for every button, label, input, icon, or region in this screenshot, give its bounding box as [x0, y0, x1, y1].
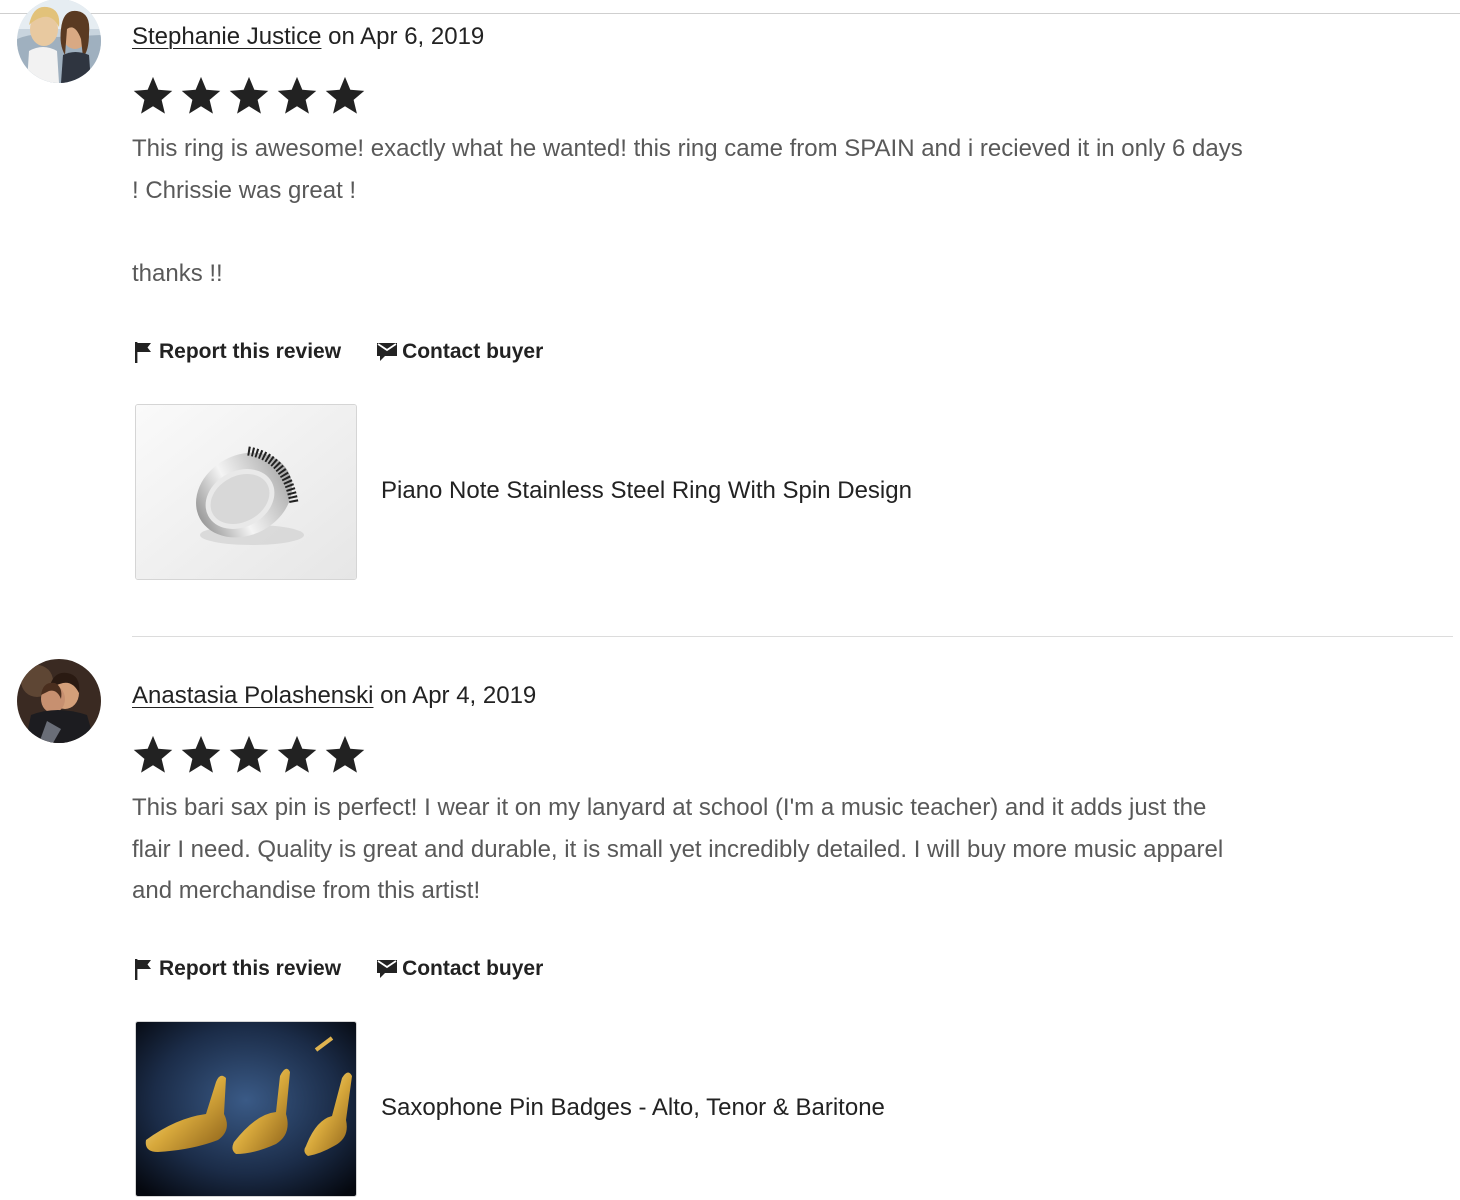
purchased-item-link[interactable]: Piano Note Stainless Steel Ring With Spi…	[135, 404, 1435, 580]
product-thumbnail[interactable]	[135, 1021, 357, 1197]
star-rating	[131, 733, 367, 777]
flag-icon	[135, 342, 151, 363]
contact-buyer-button[interactable]: Contact buyer	[375, 340, 543, 364]
review-date: on Apr 4, 2019	[373, 682, 537, 709]
star-rating	[131, 74, 367, 118]
reviewer-name-link[interactable]: Stephanie Justice	[132, 23, 321, 50]
review-date: on Apr 6, 2019	[321, 23, 485, 50]
star-icon	[277, 735, 317, 773]
message-icon	[377, 343, 398, 361]
contact-buyer-label: Contact buyer	[402, 340, 544, 363]
review-actions: Report this review Contact buyer	[134, 338, 543, 366]
star-icon	[133, 735, 173, 773]
star-icon	[229, 735, 269, 773]
flag-icon	[135, 959, 151, 980]
reviewer-avatar[interactable]	[17, 659, 101, 743]
star-icon	[181, 76, 221, 114]
top-divider	[0, 13, 1460, 14]
contact-buyer-label: Contact buyer	[402, 957, 544, 980]
reviewer-avatar[interactable]	[17, 0, 101, 83]
product-thumbnail[interactable]	[135, 404, 357, 580]
report-review-label: Report this review	[159, 340, 342, 363]
star-icon	[277, 76, 317, 114]
review-byline: Stephanie Justice on Apr 6, 2019	[132, 22, 484, 52]
message-icon	[377, 960, 398, 978]
review-text: This bari sax pin is perfect! I wear it …	[132, 794, 1224, 904]
star-icon	[325, 735, 365, 773]
review-byline: Anastasia Polashenski on Apr 4, 2019	[132, 681, 536, 711]
star-icon	[181, 735, 221, 773]
contact-buyer-button[interactable]: Contact buyer	[375, 957, 543, 981]
star-icon	[229, 76, 269, 114]
review-text: This ring is awesome! exactly what he wa…	[132, 135, 1243, 287]
review-actions: Report this review Contact buyer	[134, 955, 543, 983]
report-review-label: Report this review	[159, 957, 342, 980]
purchased-item-link[interactable]: Saxophone Pin Badges - Alto, Tenor & Bar…	[135, 1021, 1435, 1197]
star-icon	[133, 76, 173, 114]
reviewer-name-link[interactable]: Anastasia Polashenski	[132, 682, 373, 709]
product-title[interactable]: Piano Note Stainless Steel Ring With Spi…	[381, 474, 912, 508]
star-icon	[325, 76, 365, 114]
report-review-button[interactable]: Report this review	[134, 340, 341, 364]
review-divider	[132, 636, 1453, 637]
product-title[interactable]: Saxophone Pin Badges - Alto, Tenor & Bar…	[381, 1091, 885, 1125]
report-review-button[interactable]: Report this review	[134, 957, 341, 981]
